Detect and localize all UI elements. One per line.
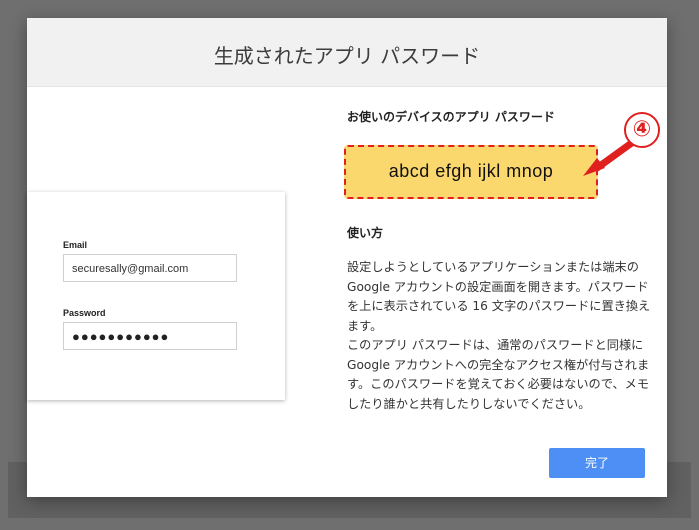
login-preview-card: Email securesally@gmail.com Password ●●●… <box>27 192 285 400</box>
usage-paragraph-1: 設定しようとしているアプリケーションまたは端末の Google アカウントの設定… <box>347 260 651 333</box>
dialog-title: 生成されたアプリ パスワード <box>213 44 481 68</box>
app-password-highlight: abcd efgh ijkl mnop <box>344 145 598 199</box>
usage-paragraph-2: このアプリ パスワードは、通常のパスワードと同様に Google アカウントへの… <box>347 338 650 411</box>
arrow-shaft <box>593 138 637 172</box>
password-label: Password <box>63 308 106 318</box>
step-number-badge: ④ <box>624 112 660 148</box>
dialog-header: 生成されたアプリ パスワード <box>27 18 667 87</box>
email-label: Email <box>63 240 88 250</box>
app-password-value: abcd efgh ijkl mnop <box>388 161 554 181</box>
app-password-dialog: 生成されたアプリ パスワード Email securesally@gmail.c… <box>27 18 667 497</box>
email-field[interactable]: securesally@gmail.com <box>63 254 237 282</box>
app-password-heading: お使いのデバイスのアプリ パスワード <box>347 110 555 124</box>
password-field[interactable]: ●●●●●●●●●●● <box>63 322 237 350</box>
done-button[interactable]: 完了 <box>549 448 645 478</box>
usage-heading: 使い方 <box>347 226 384 240</box>
usage-instructions: 設定しようとしているアプリケーションまたは端末の Google アカウントの設定… <box>347 258 651 414</box>
